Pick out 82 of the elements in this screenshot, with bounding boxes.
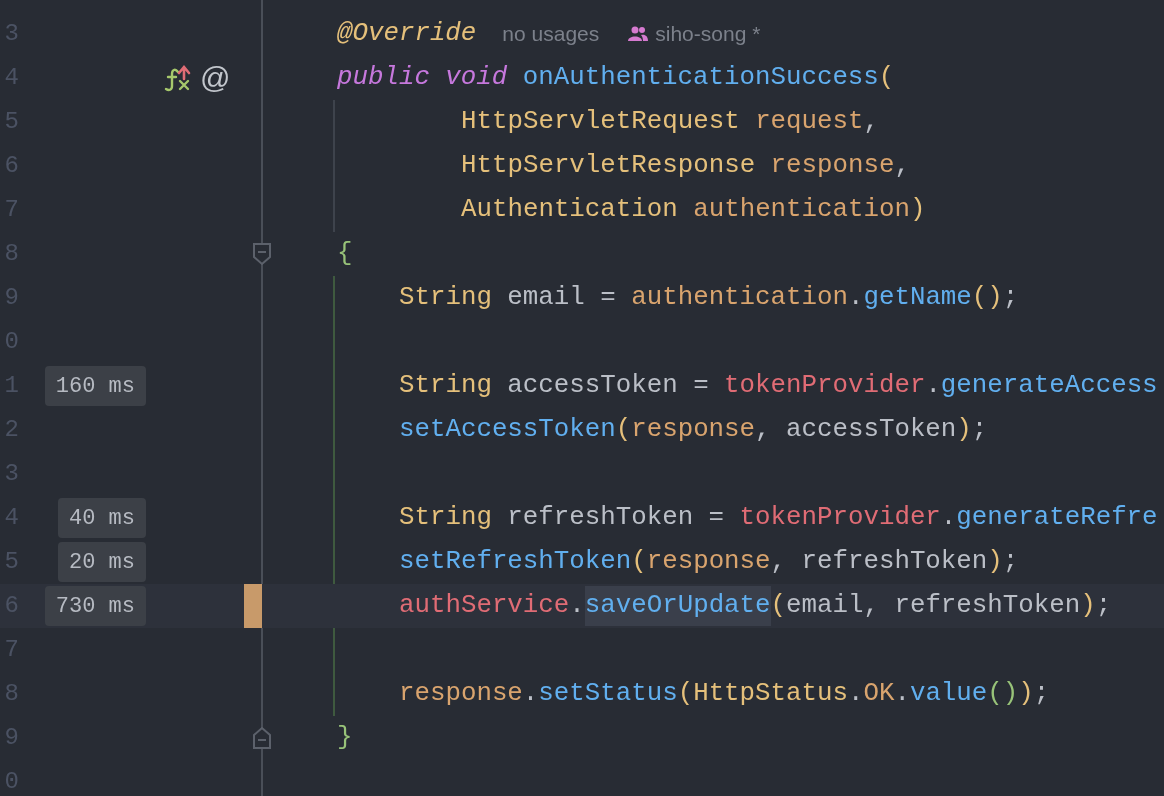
parenthesis: ( [615, 417, 632, 443]
brace: } [337, 725, 353, 751]
parameter: response [631, 417, 756, 443]
keyword: void [444, 65, 508, 91]
parenthesis: () [987, 681, 1019, 707]
parameter: request [754, 109, 864, 135]
parenthesis: ) [909, 197, 926, 223]
annotation-icon[interactable]: @ [200, 63, 231, 93]
variable: refreshToken [800, 549, 988, 575]
punctuation: , [863, 593, 879, 619]
punctuation: ; [1095, 593, 1112, 619]
variable: accessToken [785, 417, 957, 443]
punctuation: ; [1002, 285, 1019, 311]
parameter: authentication [630, 285, 848, 311]
punctuation: , [770, 549, 787, 575]
field-name: tokenProvider [738, 505, 941, 531]
parenthesis: ) [956, 417, 972, 443]
type-name: String [399, 505, 492, 531]
field-name: tokenProvider [723, 373, 926, 399]
parenthesis: ) [1080, 593, 1096, 619]
punctuation: . [847, 285, 864, 311]
unfold-icon[interactable] [252, 726, 272, 750]
parenthesis: ) [987, 549, 1003, 575]
timing-badge: 20 ms [58, 542, 146, 582]
punctuation: . [940, 505, 957, 531]
parenthesis: ( [631, 549, 647, 575]
method-call: saveOrUpdate [584, 586, 771, 626]
punctuation: ; [1002, 549, 1019, 575]
method-call: generateRefre [956, 505, 1158, 531]
variable: accessToken [506, 373, 678, 399]
annotation: @Override [337, 21, 477, 47]
timing-badge: 730 ms [44, 586, 146, 626]
type-name: HttpStatus [693, 681, 848, 707]
punctuation: . [847, 681, 864, 707]
method-call: setStatus [538, 681, 678, 707]
punctuation: = [599, 285, 616, 311]
method-call: generateAccess [940, 373, 1158, 399]
punctuation: . [894, 681, 910, 707]
parameter: response [399, 681, 523, 707]
punctuation: = [692, 373, 709, 399]
brace: { [337, 241, 353, 267]
parenthesis: ( [677, 681, 694, 707]
constant: OK [863, 681, 895, 707]
punctuation: . [925, 373, 941, 399]
punctuation: , [863, 109, 879, 135]
parameter: response [646, 549, 771, 575]
punctuation: . [522, 681, 539, 707]
type-name: Authentication [461, 197, 678, 223]
punctuation: ; [971, 417, 988, 443]
punctuation: ; [1033, 681, 1050, 707]
punctuation: = [707, 505, 725, 531]
parameter: response [769, 153, 895, 179]
type-name: HttpServletRequest [461, 109, 740, 135]
variable: refreshToken [506, 505, 694, 531]
method-call: value [909, 681, 988, 707]
parenthesis: ( [878, 65, 895, 91]
author-hint[interactable]: siho-song * [655, 23, 761, 45]
people-icon [627, 26, 650, 42]
type-name: HttpServletResponse [461, 153, 756, 179]
method-call: setAccessToken [399, 417, 616, 443]
punctuation: , [755, 417, 771, 443]
change-marker[interactable] [244, 584, 262, 628]
type-name: String [399, 285, 492, 311]
method-name: onAuthenticationSuccess [521, 65, 879, 91]
timing-badge: 160 ms [44, 366, 146, 406]
variable: email [506, 285, 585, 311]
variable: refreshToken [893, 593, 1081, 619]
punctuation: . [569, 593, 585, 619]
method-call: setRefreshToken [399, 549, 632, 575]
parenthesis: ( [770, 593, 787, 619]
method-call: getName [863, 285, 972, 311]
usages-hint[interactable]: no usages [502, 23, 600, 45]
parenthesis: () [971, 285, 1003, 311]
fold-icon[interactable] [252, 242, 272, 266]
field-name: authService [399, 593, 570, 619]
keyword: public [337, 65, 430, 91]
parenthesis: ) [1018, 681, 1034, 707]
type-name: String [399, 373, 492, 399]
punctuation: , [894, 153, 910, 179]
variable: email [786, 593, 864, 619]
parameter: authentication [692, 197, 910, 223]
timing-badge: 40 ms [58, 498, 146, 538]
